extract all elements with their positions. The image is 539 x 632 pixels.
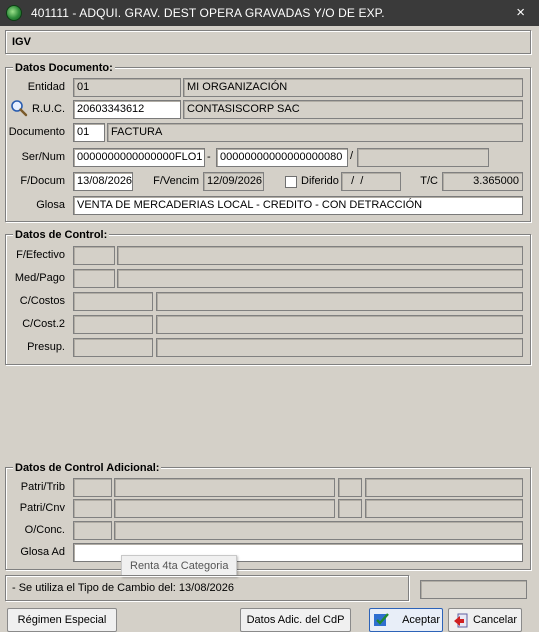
ccost2-code-field[interactable]	[73, 315, 153, 334]
diferido-label: Diferido	[301, 175, 339, 187]
sernum-extra-field[interactable]	[357, 148, 489, 167]
datos-documento-legend: Datos Documento:	[13, 62, 115, 74]
ccost2-label: C/Cost.2	[22, 318, 65, 330]
igv-label: IGV	[12, 36, 31, 48]
fefectivo-label: F/Efectivo	[16, 249, 65, 261]
medpago-code-field[interactable]	[73, 269, 115, 288]
search-icon[interactable]	[10, 99, 28, 117]
sernum-slash: /	[350, 150, 354, 162]
ccostos-desc-field	[156, 292, 523, 311]
datos-control-legend: Datos de Control:	[13, 229, 110, 241]
fvencim-field[interactable]: 12/09/2026	[203, 172, 264, 191]
serie-input[interactable]: 0000000000000000FLO1	[73, 148, 205, 167]
oconc-desc-field	[114, 521, 523, 540]
oconc-label: O/Conc.	[24, 524, 65, 536]
entidad-name-field: MI ORGANIZACIÓN	[183, 78, 523, 97]
patritrib-label: Patri/Trib	[20, 481, 65, 493]
glosa-label: Glosa	[36, 199, 65, 211]
presup-code-field[interactable]	[73, 338, 153, 357]
sernum-dash: -	[207, 151, 211, 163]
fdocum-input[interactable]: 13/08/2026	[73, 172, 133, 191]
entidad-code-field[interactable]: 01	[73, 78, 181, 97]
cancel-icon	[454, 613, 468, 628]
patritrib-code-field[interactable]	[73, 478, 112, 497]
regimen-especial-button[interactable]: Régimen Especial	[7, 608, 117, 632]
app-logo-icon	[6, 5, 22, 21]
fdocum-label: F/Docum	[20, 175, 65, 187]
entidad-label: Entidad	[27, 81, 65, 93]
presup-label: Presup.	[27, 341, 65, 353]
fefectivo-code-field[interactable]	[73, 246, 115, 265]
oconc-code-field[interactable]	[73, 521, 112, 540]
cancelar-button[interactable]: Cancelar	[448, 608, 522, 632]
glosa-input[interactable]: VENTA DE MERCADERIAS LOCAL - CREDITO - C…	[73, 196, 523, 215]
documento-name-field: FACTURA	[107, 123, 523, 142]
medpago-label: Med/Pago	[14, 272, 65, 284]
fvencim-label: F/Vencim	[153, 175, 199, 187]
patricnv-code-field[interactable]	[73, 499, 112, 518]
ruc-name-field: CONTASISCORP SAC	[183, 100, 523, 119]
numero-input[interactable]: 00000000000000000080	[216, 148, 348, 167]
accept-check-icon	[374, 613, 389, 626]
datos-control-adicional-legend: Datos de Control Adicional:	[13, 462, 162, 474]
documento-code-input[interactable]: 01	[73, 123, 105, 142]
close-icon[interactable]: ×	[516, 4, 525, 21]
tc-label: T/C	[420, 175, 438, 187]
renta-4ta-tooltip: Renta 4ta Categoria	[121, 555, 238, 577]
ccostos-code-field[interactable]	[73, 292, 153, 311]
presup-desc-field	[156, 338, 523, 357]
cancelar-label: Cancelar	[472, 614, 517, 626]
fefectivo-desc-field	[117, 246, 523, 265]
documento-label: Documento	[8, 126, 65, 138]
patricnv-desc-field	[114, 499, 335, 518]
datos-adic-cdp-button[interactable]: Datos Adic. del CdP	[240, 608, 351, 632]
window-title: 401111 - ADQUI. GRAV. DEST OPERA GRAVADA…	[31, 6, 385, 20]
patricnv-label: Patri/Cnv	[19, 502, 65, 514]
aceptar-label: Aceptar	[402, 614, 440, 626]
sernum-label: Ser/Num	[21, 151, 65, 163]
status-message: - Se utiliza el Tipo de Cambio del: 13/0…	[12, 582, 234, 594]
medpago-desc-field	[117, 269, 523, 288]
patritrib-desc2-field	[365, 478, 523, 497]
status-box: - Se utiliza el Tipo de Cambio del: 13/0…	[5, 575, 409, 601]
ccostos-label: C/Costos	[19, 295, 65, 307]
ruc-label: R.U.C.	[32, 103, 65, 115]
glosa-ad-label: Glosa Ad	[20, 546, 65, 558]
patritrib-code2-field[interactable]	[338, 478, 362, 497]
igv-header-box: IGV	[5, 30, 531, 54]
diferido-checkbox[interactable]	[285, 176, 297, 188]
patricnv-desc2-field	[365, 499, 523, 518]
ruc-input[interactable]: 20603343612	[73, 100, 181, 119]
tc-field: 3.365000	[442, 172, 523, 191]
patricnv-code2-field[interactable]	[338, 499, 362, 518]
status-side-field	[420, 580, 527, 599]
aceptar-button[interactable]: Aceptar	[369, 608, 443, 632]
title-bar: 401111 - ADQUI. GRAV. DEST OPERA GRAVADA…	[0, 0, 539, 26]
ccost2-desc-field	[156, 315, 523, 334]
patritrib-desc-field	[114, 478, 335, 497]
diferido-date-field[interactable]: / /	[341, 172, 401, 191]
